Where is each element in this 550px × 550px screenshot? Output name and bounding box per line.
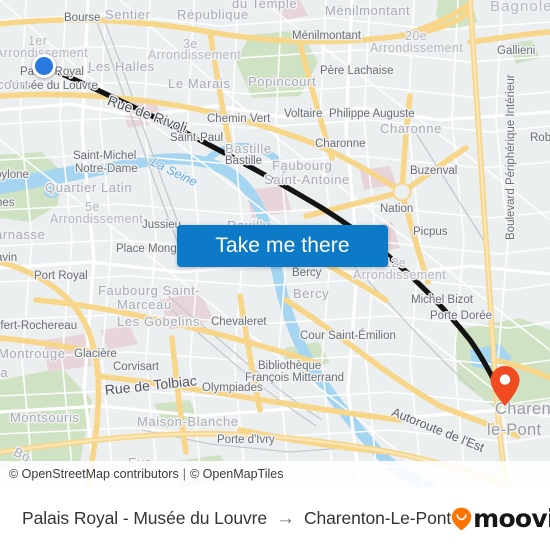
attribution-separator: |	[182, 467, 186, 481]
arrow-right-icon: →	[276, 508, 295, 529]
route-origin-label: Palais Royal - Musée du Louvre	[22, 508, 268, 528]
attribution-osm[interactable]: © OpenStreetMap contributors	[9, 467, 179, 481]
route-destination-label: Charenton-Le-Pont	[303, 508, 452, 528]
route-title: Palais Royal - Musée du Louvre → Charent…	[22, 508, 451, 529]
map-roundabout-center	[394, 184, 410, 200]
moovit-pin-icon	[451, 507, 472, 530]
take-me-there-button[interactable]: Take me there	[177, 225, 388, 267]
origin-marker[interactable]	[32, 54, 56, 78]
moovit-logo[interactable]: moovit	[451, 506, 550, 531]
route-footer-bar: Palais Royal - Musée du Louvre → Charent…	[0, 487, 550, 550]
destination-pin-icon	[490, 366, 520, 406]
destination-marker[interactable]	[489, 365, 521, 407]
moovit-wordmark: moovit	[473, 504, 550, 533]
map-attribution-bar: © OpenStreetMap contributors | © OpenMap…	[0, 461, 550, 487]
attribution-maptiles[interactable]: © OpenMapTiles	[190, 467, 284, 481]
map-canvas[interactable]: du Temple Bourse Sentier République Ménilmon…	[0, 0, 550, 487]
moovit-route-map-screen: du Temple Bourse Sentier République Ménilmon…	[0, 0, 550, 550]
